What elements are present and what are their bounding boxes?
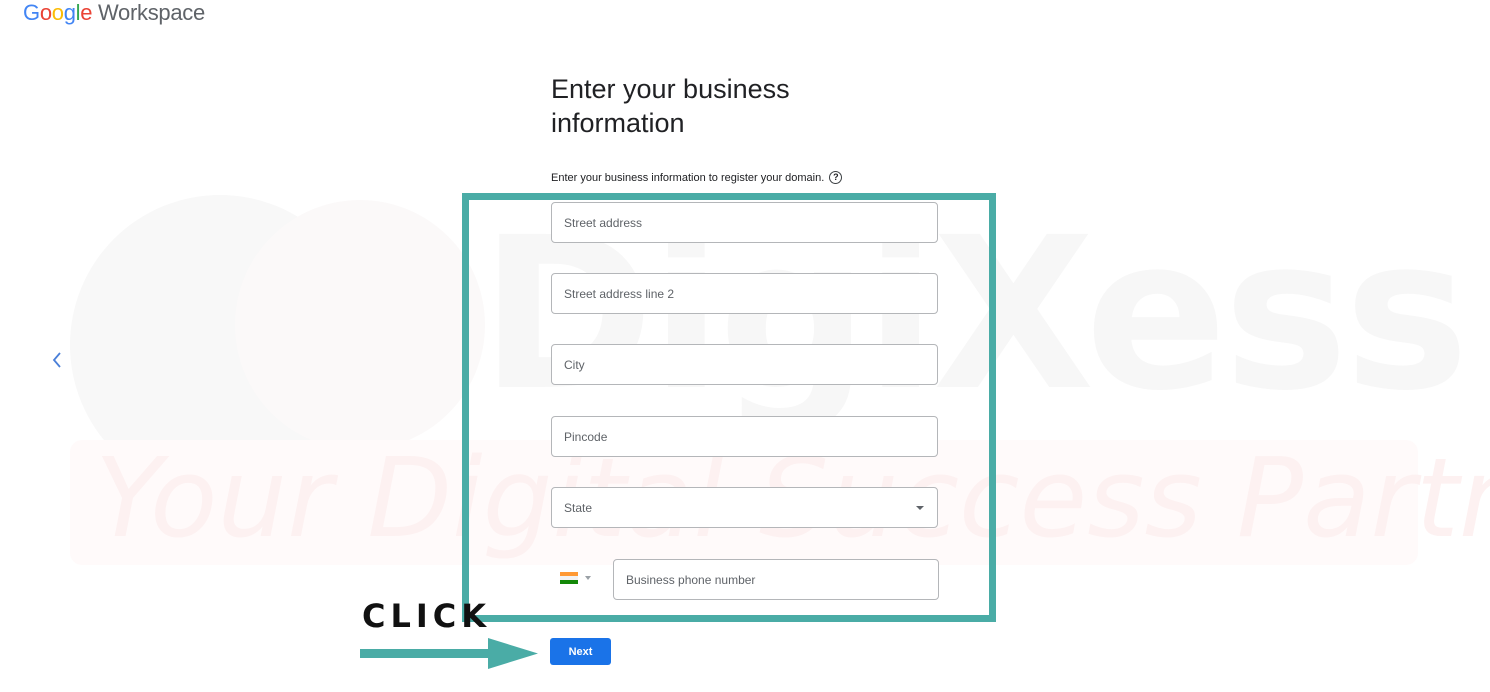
page-title: Enter your business information <box>551 74 790 138</box>
state-select[interactable] <box>551 487 938 528</box>
next-button[interactable]: Next <box>550 638 611 665</box>
arrow-right-icon <box>360 638 538 669</box>
street-address-input[interactable] <box>552 203 937 242</box>
country-code-selector[interactable] <box>560 572 591 584</box>
chevron-left-icon <box>52 352 61 368</box>
state-input[interactable] <box>552 488 937 527</box>
india-flag-icon <box>560 572 578 584</box>
street-address-line2-input[interactable] <box>552 274 937 313</box>
form-subtitle: Enter your business information to regis… <box>551 171 843 184</box>
pincode-input[interactable] <box>552 417 937 456</box>
google-workspace-logo: Google Workspace <box>23 0 205 25</box>
street-address-field[interactable] <box>551 202 938 243</box>
city-input[interactable] <box>552 345 937 384</box>
city-field[interactable] <box>551 344 938 385</box>
back-button[interactable] <box>50 350 66 372</box>
business-phone-input[interactable] <box>614 560 938 599</box>
street-address-line2-field[interactable] <box>551 273 938 314</box>
watermark-circle <box>235 200 485 450</box>
help-icon[interactable]: ? <box>829 171 843 184</box>
highlight-box <box>462 193 996 622</box>
business-phone-field[interactable] <box>613 559 939 600</box>
pincode-field[interactable] <box>551 416 938 457</box>
click-annotation-label: CLICK <box>362 597 492 635</box>
subtitle-text: Enter your business information to regis… <box>551 171 825 184</box>
dropdown-arrow-icon <box>585 576 591 580</box>
watermark-circle <box>70 195 370 495</box>
dropdown-arrow-icon <box>916 506 924 510</box>
